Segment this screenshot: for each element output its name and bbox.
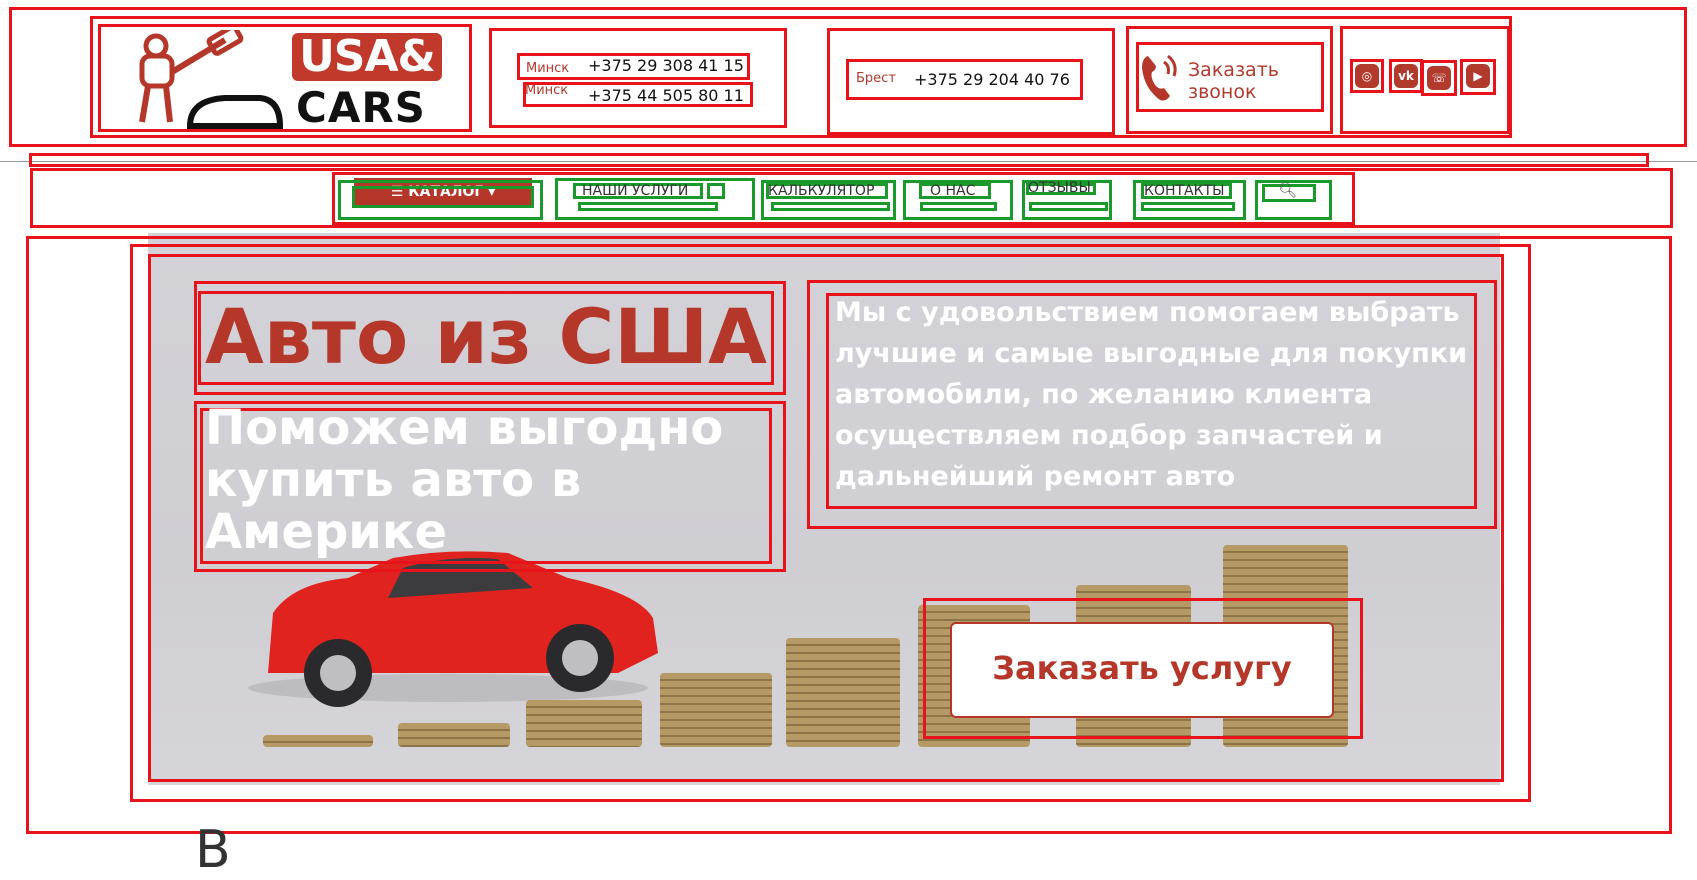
about-label: О НАС <box>930 183 976 199</box>
nav-top-strip <box>29 153 1649 167</box>
city-label-3: Брест <box>856 71 896 86</box>
logo-usa-text: USA& <box>292 33 442 81</box>
checkbox-icon <box>707 183 725 199</box>
phone-link-2[interactable]: +375 44 505 80 11 <box>588 86 744 106</box>
hero-description: Мы с удовольствием помогаем выбрать лучш… <box>835 297 1468 492</box>
hero-subtitle: Поможем выгодно купить авто в Америке <box>205 400 724 560</box>
reviews-label: ОТЗЫВЫ <box>1028 180 1091 196</box>
vk-icon: vk <box>1394 64 1418 88</box>
logo-cars-text: CARS <box>296 83 426 132</box>
reviews-underline <box>1029 202 1108 211</box>
services-label: НАШИ УСЛУГИ <box>582 183 689 199</box>
city-label-1: Минск <box>526 61 570 76</box>
youtube-icon: ▶ <box>1466 64 1490 88</box>
services-underline <box>578 202 718 211</box>
next-section-heading: В <box>195 820 231 880</box>
instagram-icon: ◎ <box>1355 64 1379 88</box>
viber-icon: ☏ <box>1427 66 1451 90</box>
contacts-label: КОНТАКТЫ <box>1144 183 1225 199</box>
phone-link-1[interactable]: +375 29 308 41 15 <box>588 56 744 76</box>
hero-title: Авто из США <box>205 292 767 381</box>
catalog-inner <box>352 186 534 208</box>
callback-line-2: звонок <box>1188 81 1257 103</box>
calculator-label: КАЛЬКУЛЯТОР <box>768 183 875 199</box>
order-service-button[interactable]: Заказать услугу <box>950 622 1334 718</box>
calculator-underline <box>771 202 890 211</box>
contacts-underline <box>1141 202 1235 211</box>
auction-logo-icon <box>139 30 284 129</box>
city-label-2: Минск <box>525 83 569 98</box>
callback-line-1: Заказать <box>1188 59 1279 81</box>
phone-ring-icon <box>1142 54 1177 101</box>
phone-link-3[interactable]: +375 29 204 40 76 <box>914 70 1070 90</box>
search-icon: 🔍︎ <box>1278 181 1298 199</box>
about-underline <box>920 202 997 211</box>
